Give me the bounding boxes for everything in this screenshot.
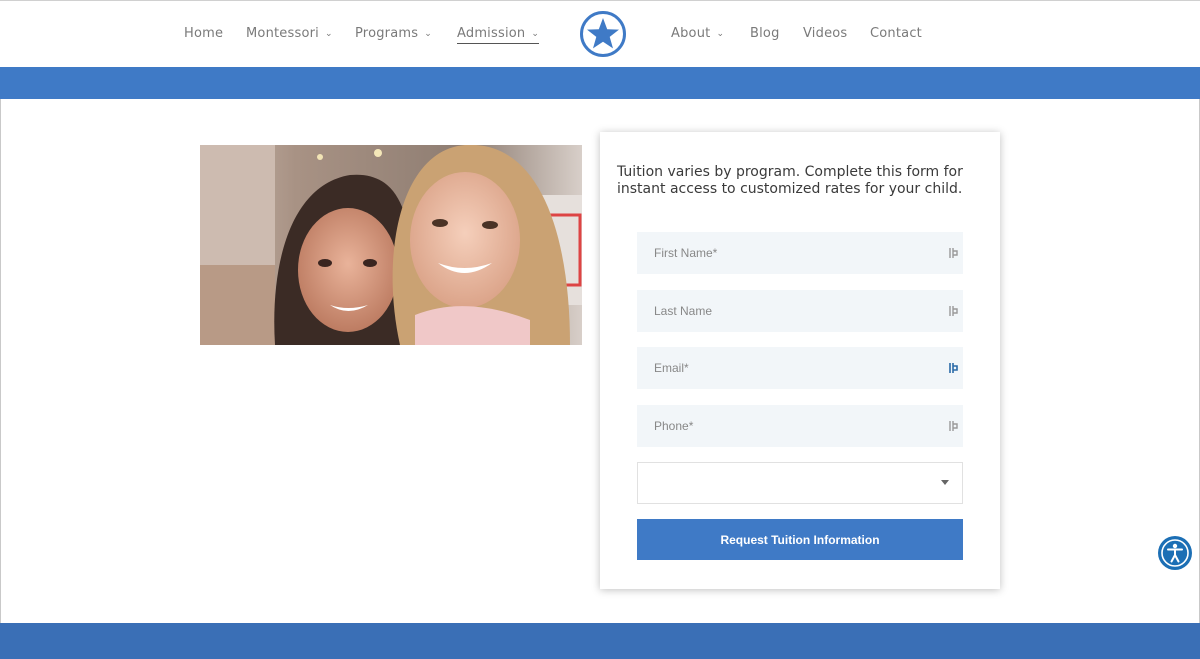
last-name-input[interactable] [637,290,927,332]
autofill-key-icon[interactable] [949,361,959,375]
main-nav: Home Montessori ⌄ Programs ⌄ Admission ⌄… [0,0,1200,67]
nav-label: Home [184,26,224,41]
nav-label: About [671,26,711,41]
nav-label: Admission [457,26,526,41]
nav-item-blog[interactable]: Blog [750,26,780,41]
children-photo [200,145,582,345]
autofill-key-icon[interactable] [949,419,959,433]
nav-item-about[interactable]: About ⌄ [671,26,724,41]
nav-item-montessori[interactable]: Montessori ⌄ [246,26,333,41]
accessibility-icon [1161,539,1189,567]
header-band [0,67,1200,99]
nav-label: Montessori [246,26,319,41]
children-photo-illustration [200,145,582,345]
nav-label: Contact [870,26,922,41]
first-name-field[interactable] [637,232,963,274]
phone-field[interactable] [637,405,963,447]
autofill-key-icon[interactable] [949,246,959,260]
chevron-down-icon: ⌄ [324,28,333,39]
nav-item-home[interactable]: Home [184,26,223,41]
email-input[interactable] [637,347,927,389]
autofill-key-icon[interactable] [949,304,959,318]
nav-item-contact[interactable]: Contact [870,26,922,41]
accessibility-button[interactable] [1158,536,1192,570]
nav-label: Blog [750,26,780,41]
chevron-down-icon: ⌄ [716,28,725,39]
chevron-down-icon: ⌄ [531,28,540,39]
email-field[interactable] [637,347,963,389]
nav-item-videos[interactable]: Videos [803,26,847,41]
star-logo-icon[interactable] [579,10,627,58]
tuition-form-card: Tuition varies by program. Complete this… [600,132,1000,589]
last-name-field[interactable] [637,290,963,332]
phone-input[interactable] [637,405,927,447]
nav-item-programs[interactable]: Programs ⌄ [355,26,432,41]
caret-down-icon [941,480,949,485]
form-intro-text: Tuition varies by program. Complete this… [617,164,963,197]
chevron-down-icon: ⌄ [424,28,432,39]
nav-item-admission[interactable]: Admission ⌄ [457,26,540,44]
program-select[interactable] [637,462,963,504]
nav-label: Videos [803,26,848,41]
nav-label: Programs [355,26,419,41]
request-tuition-button[interactable]: Request Tuition Information [637,519,963,560]
footer-band [0,623,1200,659]
first-name-input[interactable] [637,232,927,274]
